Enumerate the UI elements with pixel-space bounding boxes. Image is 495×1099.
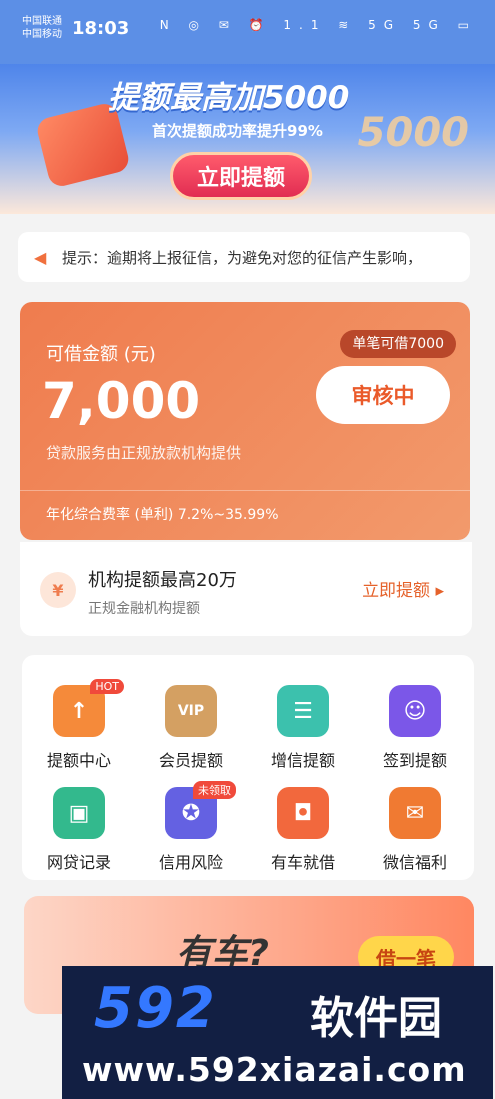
raise-limit-button[interactable]: 立即提额 xyxy=(170,152,312,200)
loan-divider xyxy=(20,490,470,491)
grid-item-limit-center[interactable]: ↑ HOT 提额中心 xyxy=(24,665,134,770)
grid-label: 网贷记录 xyxy=(46,853,111,872)
grid-item-wechat[interactable]: ✉ 微信福利 xyxy=(360,767,470,872)
watermark-name: 软件园 xyxy=(310,993,442,1044)
banner-title: 提额最高加5000 xyxy=(108,80,350,116)
grid-item-credit[interactable]: ☰ 增信提额 xyxy=(248,665,358,770)
document-icon: ☰ xyxy=(277,685,329,737)
status-bar: 中国联通 中国移动 18:03 N ◎ ✉ ⏰ 1.1 ≋ 5G 5G ▭ xyxy=(0,0,495,64)
banner-subtitle: 首次提额成功率提升99% xyxy=(152,122,323,140)
feature-grid: ↑ HOT 提额中心 VIP 会员提额 ☰ 增信提额 ☺ 签到提额 ▣ 网贷记录… xyxy=(22,655,474,880)
org-subtitle: 正规金融机构提额 xyxy=(88,601,200,617)
unclaimed-badge: 未领取 xyxy=(193,781,236,799)
loan-label: 可借金额 (元) xyxy=(46,344,156,365)
grid-item-records[interactable]: ▣ 网贷记录 xyxy=(24,767,134,872)
org-title: 机构提额最高20万 xyxy=(88,570,237,591)
loan-rate: 年化综合费率 (单利) 7.2%~35.99% xyxy=(46,507,279,523)
loan-amount: 7,000 xyxy=(42,372,201,430)
notice-bar[interactable]: ◀ 提示：逾期将上报征信，为避免对您的征信产生影响， xyxy=(18,232,470,282)
smile-icon: ☺ xyxy=(389,685,441,737)
carrier-label: 中国联通 中国移动 xyxy=(22,15,62,41)
grid-label: 微信福利 xyxy=(382,853,447,872)
org-raise-label: 立即提额 xyxy=(362,581,431,601)
carrier-2: 中国移动 xyxy=(22,29,62,40)
grid-item-checkin[interactable]: ☺ 签到提额 xyxy=(360,665,470,770)
clock: 18:03 xyxy=(72,18,130,39)
grid-label: 信用风险 xyxy=(158,853,223,872)
wallet-icon: ▣ xyxy=(53,787,105,839)
org-raise-button[interactable]: 立即提额 ▸ xyxy=(362,576,444,601)
banner-5000: 5000 xyxy=(357,110,469,156)
loan-card: 可借金额 (元) 7,000 贷款服务由正规放款机构提供 单笔可借7000 审核… xyxy=(20,302,470,540)
status-icons: N ◎ ✉ ⏰ 1.1 ≋ 5G 5G ▭ xyxy=(159,18,477,32)
loan-tag: 单笔可借7000 xyxy=(340,330,456,358)
institution-card[interactable]: ¥ 机构提额最高20万 正规金融机构提额 立即提额 ▸ xyxy=(20,542,472,636)
hot-badge: HOT xyxy=(90,679,124,694)
carrier-1: 中国联通 xyxy=(22,16,62,27)
watermark-logo: 592 xyxy=(94,976,217,1041)
chat-icon: ✉ xyxy=(389,787,441,839)
promo-banner[interactable]: 提额最高加5000 首次提额成功率提升99% 5000 立即提额 xyxy=(0,64,495,214)
vip-icon: VIP xyxy=(165,685,217,737)
watermark-overlay: 592 软件园 www.592xiazai.com xyxy=(62,966,493,1099)
grid-item-member[interactable]: VIP 会员提额 xyxy=(136,665,246,770)
grid-item-car[interactable]: ◘ 有车就借 xyxy=(248,767,358,872)
review-button[interactable]: 审核中 xyxy=(316,366,450,424)
notice-text: 提示：逾期将上报征信，为避免对您的征信产生影响， xyxy=(62,248,423,267)
yuan-icon: ¥ xyxy=(40,572,76,608)
speaker-icon: ◀ xyxy=(34,248,47,267)
grid-item-risk[interactable]: ✪ 未领取 信用风险 xyxy=(136,767,246,872)
grid-label: 有车就借 xyxy=(270,853,335,872)
car-icon: ◘ xyxy=(277,787,329,839)
loan-provider: 贷款服务由正规放款机构提供 xyxy=(46,444,242,462)
watermark-url: www.592xiazai.com xyxy=(82,1050,467,1089)
